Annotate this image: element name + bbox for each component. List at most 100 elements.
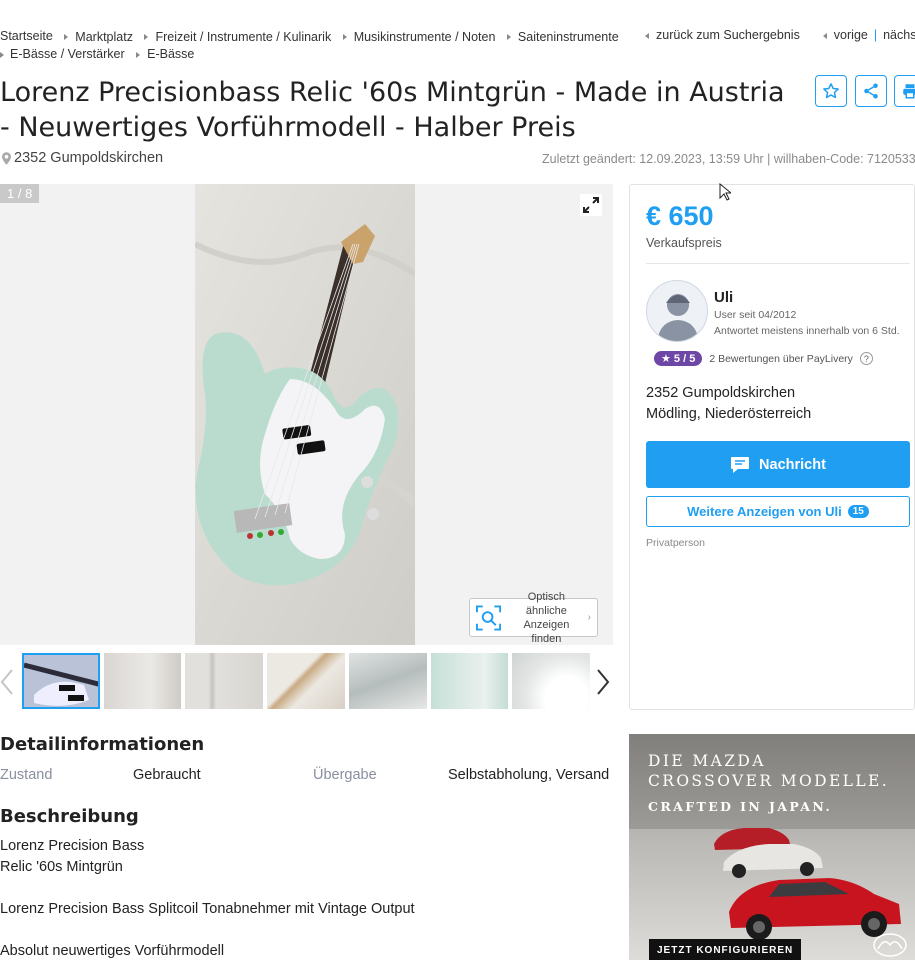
ad-headline-2: CROSSOVER MODELLE. xyxy=(648,772,890,790)
thumbnail-2[interactable] xyxy=(103,653,182,709)
more-ads-label: Weitere Anzeigen von Uli xyxy=(687,504,842,519)
breadcrumb-item[interactable]: Freizeit / Instrumente / Kulinarik xyxy=(136,29,331,46)
breadcrumb-item[interactable]: Startseite xyxy=(0,28,53,45)
description-line: Relic '60s Mintgrün xyxy=(0,859,123,875)
mazda-logo-icon xyxy=(873,933,907,957)
price: € 650 xyxy=(646,201,714,231)
thumbnail-strip xyxy=(22,653,590,710)
condition-value: Gebraucht xyxy=(133,767,201,783)
breadcrumb-link-saiteninstrumente[interactable]: Saiteninstrumente xyxy=(518,29,619,46)
bass-guitar-photo xyxy=(195,184,415,645)
listing-meta: Zuletzt geändert: 12.09.2023, 13:59 Uhr … xyxy=(542,152,915,166)
breadcrumb-separator-icon xyxy=(144,34,149,40)
print-icon xyxy=(903,84,915,99)
description-body: Lorenz Precision Bass Relic '60s Mintgrü… xyxy=(0,836,610,960)
message-button[interactable]: Nachricht xyxy=(646,441,910,488)
details-heading: Detailinformationen xyxy=(0,734,205,755)
seller-address-1: 2352 Gumpoldskirchen xyxy=(646,385,796,401)
thumbnail-7[interactable] xyxy=(512,653,590,709)
breadcrumb-separator-icon xyxy=(342,34,347,40)
thumbnail-5[interactable] xyxy=(348,653,427,709)
meta-separator: | xyxy=(767,152,771,166)
gallery-prev-button[interactable] xyxy=(0,668,14,696)
reviews-link[interactable]: 2 Bewertungen über PayLivery xyxy=(709,353,853,365)
description-heading: Beschreibung xyxy=(0,806,139,827)
breadcrumb-link-freizeit[interactable]: Freizeit / Instrumente / Kulinarik xyxy=(155,29,331,46)
thumbnail-1[interactable] xyxy=(22,653,100,709)
thumbnail-image xyxy=(23,655,98,707)
breadcrumb-separator-icon xyxy=(64,34,69,40)
previous-link[interactable]: vorige xyxy=(834,28,868,42)
breadcrumb-item[interactable]: E-Bässe / Verstärker xyxy=(0,46,125,63)
member-since: User seit 04/2012 xyxy=(714,309,797,321)
listing-location: 2352 Gumpoldskirchen xyxy=(2,150,163,166)
rating-value: 5 / 5 xyxy=(673,353,696,365)
chevron-left-icon xyxy=(822,33,827,39)
result-navigation: zurück zum Suchergebnis vorige | nächste xyxy=(645,28,915,42)
breadcrumb-link-e-baesse-verstaerker[interactable]: E-Bässe / Verstärker xyxy=(10,46,125,63)
star-icon xyxy=(823,83,839,99)
expand-icon xyxy=(583,197,599,213)
breadcrumb-item[interactable]: Saiteninstrumente xyxy=(499,29,619,46)
seller-avatar[interactable] xyxy=(646,280,708,342)
price-label: Verkaufspreis xyxy=(646,236,722,250)
rating-badge[interactable]: ★ 5 / 5 xyxy=(654,351,703,366)
visual-search-icon xyxy=(476,604,502,631)
breadcrumb-link-musikinstrumente[interactable]: Musikinstrumente / Noten xyxy=(354,29,496,46)
ad-headline-3: CRAFTED IN JAPAN. xyxy=(648,799,833,814)
description-line: Lorenz Precision Bass xyxy=(0,838,145,854)
handover-label: Übergabe xyxy=(313,767,377,783)
breadcrumb: Startseite Marktplatz Freizeit / Instrum… xyxy=(0,28,620,63)
image-counter: 1 / 8 xyxy=(0,184,40,203)
visual-search-label-1: Optisch ähnliche xyxy=(525,590,567,617)
chevron-left-icon xyxy=(0,669,13,695)
condition-label: Zustand xyxy=(0,767,53,783)
share-button[interactable] xyxy=(855,75,887,107)
listing-location-text: 2352 Gumpoldskirchen xyxy=(14,150,164,166)
user-avatar-icon xyxy=(657,294,699,341)
visual-search-button[interactable]: Optisch ähnliche Anzeigen finden › xyxy=(469,591,598,645)
gallery-next-button[interactable] xyxy=(596,668,610,696)
listing-code: willhaben-Code: 712053335 xyxy=(773,152,915,166)
divider xyxy=(646,263,910,264)
breadcrumb-link-startseite[interactable]: Startseite xyxy=(0,28,53,45)
more-ads-button[interactable]: Weitere Anzeigen von Uli 15 xyxy=(646,496,910,527)
main-photo[interactable] xyxy=(195,184,415,645)
nav-separator: | xyxy=(873,28,878,42)
page-title: Lorenz Precisionbass Relic '60s Mintgrün… xyxy=(0,77,785,143)
back-to-results-link[interactable]: zurück zum Suchergebnis xyxy=(656,28,800,42)
breadcrumb-separator-icon xyxy=(506,34,511,40)
advertisement[interactable]: DIE MAZDA CROSSOVER MODELLE. CRAFTED IN … xyxy=(629,734,915,960)
thumbnail-6[interactable] xyxy=(430,653,509,709)
seller-box: € 650 Verkaufspreis Uli User seit 04/201… xyxy=(629,184,915,710)
description-line: Absolut neuwertiges Vorführmodell xyxy=(0,943,225,959)
breadcrumb-item[interactable]: Marktplatz xyxy=(56,29,133,46)
breadcrumb-item[interactable]: E-Bässe xyxy=(128,46,194,63)
chevron-right-icon xyxy=(597,669,610,695)
thumbnail-4[interactable] xyxy=(267,653,345,709)
image-gallery: 1 / 8 Optisch ähnliche Anzeigen finden › xyxy=(0,184,613,645)
breadcrumb-link-marktplatz[interactable]: Marktplatz xyxy=(75,29,133,46)
chevron-left-icon xyxy=(645,33,649,39)
ad-headline-1: DIE MAZDA xyxy=(648,752,766,770)
chat-icon xyxy=(731,456,750,473)
bookmark-button[interactable] xyxy=(815,75,847,107)
more-ads-count: 15 xyxy=(847,505,869,518)
fullscreen-button[interactable] xyxy=(580,194,602,216)
breadcrumb-link-e-baesse[interactable]: E-Bässe xyxy=(147,46,194,63)
share-icon xyxy=(864,83,878,99)
print-button[interactable] xyxy=(894,75,915,107)
mouse-cursor-icon xyxy=(719,183,731,201)
breadcrumb-separator-icon xyxy=(0,51,4,58)
chevron-right-icon: › xyxy=(587,611,591,623)
seller-name[interactable]: Uli xyxy=(714,289,733,306)
breadcrumb-item[interactable]: Musikinstrumente / Noten xyxy=(335,29,496,46)
seller-type: Privatperson xyxy=(646,537,705,549)
ad-cta-button[interactable]: JETZT KONFIGURIEREN xyxy=(649,939,802,960)
thumbnail-3[interactable] xyxy=(185,653,264,709)
location-pin-icon xyxy=(2,151,11,165)
seller-address-2: Mödling, Niederösterreich xyxy=(646,406,812,422)
help-icon[interactable]: ? xyxy=(859,352,873,365)
breadcrumb-separator-icon xyxy=(136,51,141,58)
next-link[interactable]: nächste xyxy=(883,28,915,42)
